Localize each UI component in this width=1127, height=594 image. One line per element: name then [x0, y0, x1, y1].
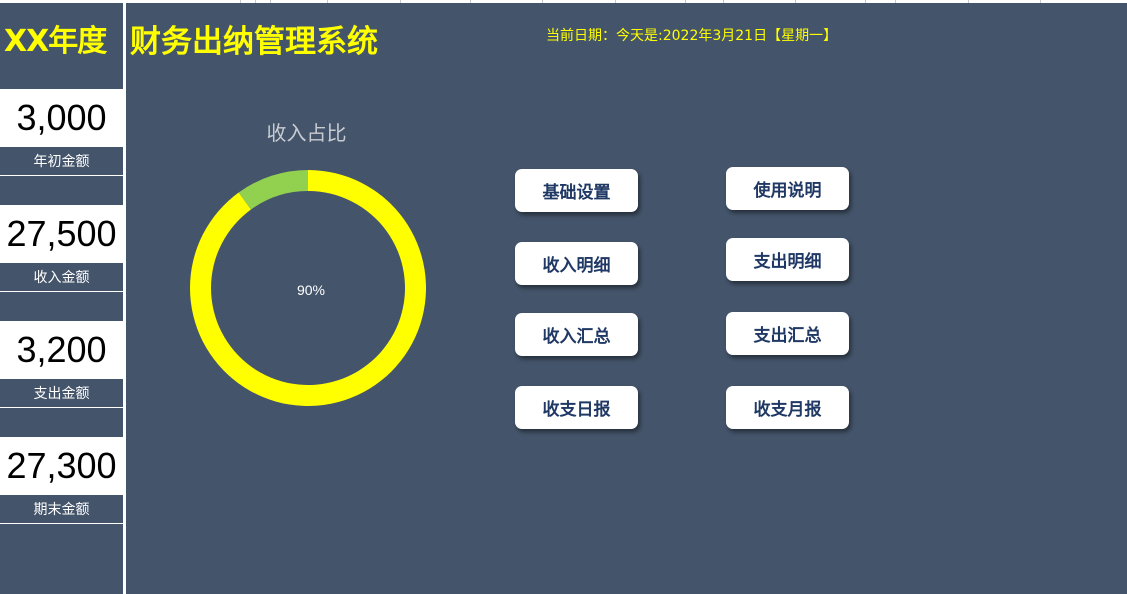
stat-closing-balance: 27,300 期末金额: [0, 437, 123, 524]
income-summary-button[interactable]: 收入汇总: [515, 313, 638, 356]
stat-value: 27,300: [0, 437, 123, 495]
year-title: XX年度: [4, 24, 107, 59]
stat-label: 年初金额: [0, 147, 123, 176]
stat-label: 支出金额: [0, 379, 123, 408]
expense-detail-button[interactable]: 支出明细: [726, 238, 849, 281]
stat-value: 27,500: [0, 205, 123, 263]
user-guide-button[interactable]: 使用说明: [726, 167, 849, 210]
monthly-report-button[interactable]: 收支月报: [726, 386, 849, 429]
stat-income-total: 27,500 收入金额: [0, 205, 123, 292]
stat-opening-balance: 3,000 年初金额: [0, 89, 123, 176]
current-date: 当前日期：今天是:2022年3月21日【星期一】: [546, 28, 838, 44]
stat-value: 3,200: [0, 321, 123, 379]
expense-summary-button[interactable]: 支出汇总: [726, 312, 849, 355]
stat-label: 收入金额: [0, 263, 123, 292]
donut-center-label: 90%: [296, 282, 326, 298]
basic-settings-button[interactable]: 基础设置: [515, 169, 638, 212]
donut-slice-1: [238, 170, 308, 210]
stat-expense-total: 3,200 支出金额: [0, 321, 123, 408]
stat-value: 3,000: [0, 89, 123, 147]
stat-label: 期末金额: [0, 495, 123, 524]
app-title: 财务出纳管理系统: [130, 24, 378, 60]
chart-title: 收入占比: [266, 121, 347, 145]
spreadsheet-grid-strip: [0, 0, 1127, 3]
daily-report-button[interactable]: 收支日报: [515, 386, 638, 429]
income-detail-button[interactable]: 收入明细: [515, 242, 638, 285]
sidebar-divider: [123, 0, 126, 594]
